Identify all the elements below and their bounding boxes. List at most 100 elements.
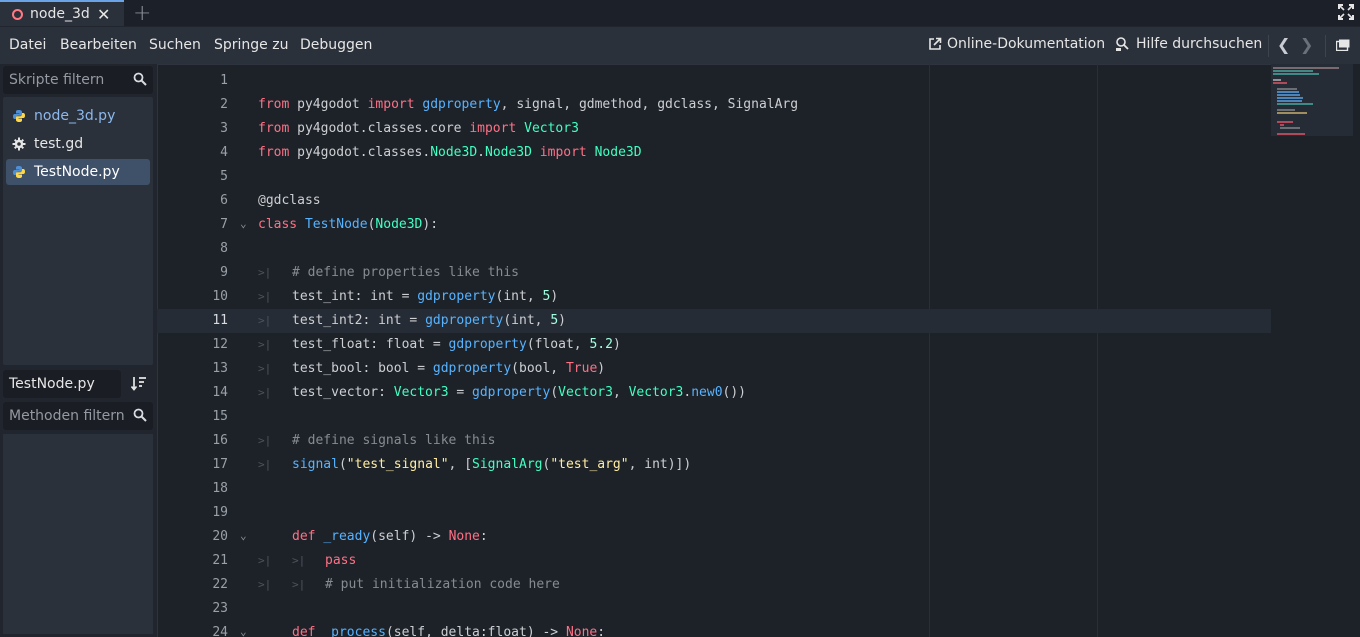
help-search-button[interactable]: Hilfe durchsuchen: [1115, 36, 1262, 52]
line-number: 19: [212, 505, 228, 520]
code-editor[interactable]: 1 2 from py4godot import gdproperty, sign…: [157, 64, 1360, 637]
current-file-field: TestNode.py: [3, 370, 121, 398]
code-line: 21 >| >| pass: [157, 549, 1271, 573]
line-number: 11: [212, 313, 228, 328]
tab-marker-icon: >|: [258, 554, 272, 567]
line-number: 12: [212, 337, 228, 352]
menu-bearbeiten[interactable]: Bearbeiten: [60, 37, 137, 53]
line-number: 16: [212, 433, 228, 448]
tab-marker-icon: >|: [258, 458, 272, 471]
tab-marker-icon: >|: [258, 578, 272, 591]
menu-datei[interactable]: Datei: [9, 37, 46, 53]
line-number: 2: [220, 97, 228, 112]
code-line: 7 ⌄ class TestNode(Node3D):: [157, 213, 1271, 237]
line-number: 8: [220, 241, 228, 256]
external-link-icon: [929, 37, 942, 50]
tab-marker-icon: >|: [258, 434, 272, 447]
help-search-label: Hilfe durchsuchen: [1136, 36, 1263, 52]
tab-marker-icon: >|: [258, 314, 272, 327]
gear-icon: [12, 137, 26, 151]
tab-marker-icon: >|: [258, 338, 272, 351]
tab-marker-icon: >|: [292, 554, 306, 567]
code-line: 22 >| >| # put initialization code here: [157, 573, 1271, 597]
code-line: 20 ⌄ def _ready(self) -> None:: [157, 525, 1271, 549]
script-name: node_3d.py: [34, 108, 116, 124]
code-line: 24 ⌄ def _process(self, delta:float) -> No…: [157, 621, 1271, 637]
line-number: 9: [220, 265, 228, 280]
online-docs-label: Online-Dokumentation: [947, 36, 1106, 52]
code-line: 19: [157, 501, 1271, 525]
line-number: 5: [220, 169, 228, 184]
line-number: 20: [212, 529, 228, 544]
tab-label: node_3d: [30, 6, 90, 22]
current-file-name: TestNode.py: [9, 376, 95, 392]
menu-debuggen[interactable]: Debuggen: [300, 37, 372, 53]
fold-arrow-icon[interactable]: ⌄: [240, 217, 247, 230]
code-line: 17 >| signal("test_signal", [SignalArg("te…: [157, 453, 1271, 477]
method-list: [3, 434, 153, 634]
menu-suchen[interactable]: Suchen: [149, 37, 201, 53]
code-line: 1: [157, 69, 1271, 93]
vertical-scrollbar[interactable]: [1353, 64, 1360, 637]
line-number: 14: [212, 385, 228, 400]
tab-marker-icon: >|: [258, 386, 272, 399]
fold-arrow-icon[interactable]: ⌄: [240, 529, 247, 542]
code-minimap[interactable]: [1271, 64, 1353, 136]
search-icon: [133, 72, 147, 86]
method-filter-input[interactable]: Methoden filtern: [3, 402, 153, 430]
menu-springe-zu[interactable]: Springe zu: [214, 37, 288, 53]
code-line-current: 11 >| test_int2: int = gdproperty(int, 5): [157, 309, 1271, 333]
distraction-free-icon[interactable]: [1336, 39, 1350, 51]
line-number: 24: [212, 625, 228, 637]
list-item[interactable]: test.gd: [6, 131, 150, 157]
nav-forward-button[interactable]: ❯: [1300, 35, 1313, 54]
line-number: 15: [212, 409, 228, 424]
tab-marker-icon: >|: [258, 290, 272, 303]
divider: [1268, 35, 1269, 57]
line-number: 10: [212, 289, 228, 304]
list-item[interactable]: node_3d.py: [6, 103, 150, 129]
code-line: 13 >| test_bool: bool = gdproperty(bool, T…: [157, 357, 1271, 381]
line-number: 13: [212, 361, 228, 376]
unsaved-dot-icon: [12, 8, 23, 20]
line-number: 18: [212, 481, 228, 496]
script-list: node_3d.py test.gd TestNode.py: [3, 97, 153, 365]
script-panel: Skripte filtern node_3d.py test.gd TestN…: [0, 64, 157, 637]
script-name: TestNode.py: [34, 164, 120, 180]
help-search-icon: [1116, 37, 1129, 51]
line-number: 3: [220, 121, 228, 136]
script-tab-bar: node_3d ✕ +: [0, 0, 1360, 26]
code-line: 4 from py4godot.classes.Node3D.Node3D imp…: [157, 141, 1271, 165]
sort-icon[interactable]: [131, 376, 147, 391]
search-icon: [133, 408, 147, 422]
line-number: 6: [220, 193, 228, 208]
method-filter-placeholder: Methoden filtern: [9, 408, 125, 424]
tab-marker-icon: >|: [292, 578, 306, 591]
code-line: 15: [157, 405, 1271, 429]
code-line: 12 >| test_float: float = gdproperty(float…: [157, 333, 1271, 357]
tab-node-3d[interactable]: node_3d ✕: [0, 0, 124, 26]
line-number: 7: [220, 217, 228, 232]
script-name: test.gd: [34, 136, 84, 152]
code-line: 5: [157, 165, 1271, 189]
code-line: 3 from py4godot.classes.core import Vecto…: [157, 117, 1271, 141]
line-number: 22: [212, 577, 228, 592]
nav-back-button[interactable]: ❮: [1277, 35, 1290, 54]
python-icon: [13, 166, 25, 178]
line-number: 1: [220, 73, 228, 88]
line-number: 23: [212, 601, 228, 616]
line-number: 4: [220, 145, 228, 160]
fold-arrow-icon[interactable]: ⌄: [240, 625, 247, 637]
divider: [1325, 35, 1326, 57]
add-tab-button[interactable]: +: [133, 1, 151, 26]
script-filter-placeholder: Skripte filtern: [9, 72, 105, 88]
code-line: 6 @gdclass: [157, 189, 1271, 213]
online-docs-button[interactable]: Online-Dokumentation: [928, 36, 1105, 52]
close-icon[interactable]: ✕: [97, 5, 110, 24]
list-item[interactable]: TestNode.py: [6, 159, 150, 185]
line-number: 21: [212, 553, 228, 568]
fullscreen-icon[interactable]: [1338, 4, 1354, 20]
script-filter-input[interactable]: Skripte filtern: [3, 66, 153, 94]
code-line: 8: [157, 237, 1271, 261]
tab-marker-icon: >|: [258, 266, 272, 279]
